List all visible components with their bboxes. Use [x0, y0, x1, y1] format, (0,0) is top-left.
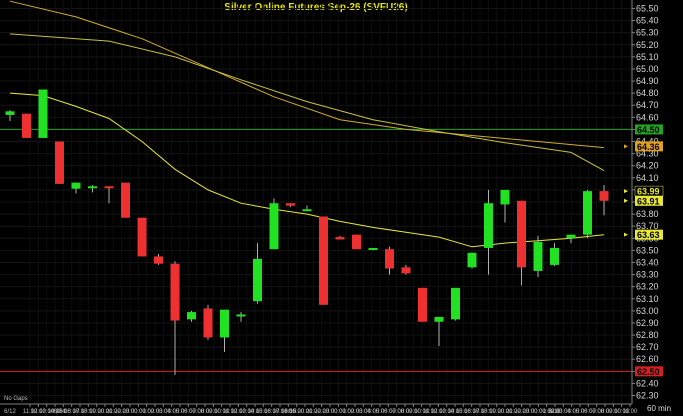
tag-label: 64.36	[637, 142, 660, 152]
y-tick-label: 64.90	[636, 76, 659, 86]
reference-price-tag: 62.50	[635, 366, 663, 377]
tag-label: 63.91	[637, 196, 660, 206]
x-date-label: 6/15	[285, 409, 297, 415]
candle	[121, 182, 130, 218]
y-tick-label: 65.20	[636, 40, 659, 50]
y-tick-label: 65.30	[636, 28, 659, 38]
y-tick-label: 62.90	[636, 318, 659, 328]
candle	[22, 113, 31, 138]
y-tick-label: 63.20	[636, 282, 659, 292]
candle-body	[55, 141, 64, 184]
y-tick-label: 62.60	[636, 354, 659, 364]
candle-body	[319, 216, 328, 305]
candle-body	[352, 234, 361, 250]
candle-body	[467, 252, 477, 268]
candle	[418, 287, 427, 322]
candle	[451, 287, 460, 321]
x-date-label: 6/12	[4, 409, 16, 415]
candle-body	[5, 111, 15, 115]
candle-body	[203, 308, 213, 338]
y-tick-label: 63.10	[636, 294, 659, 304]
reference-price-tag: 64.50	[635, 124, 663, 135]
candle	[269, 198, 279, 250]
candle-body	[154, 256, 163, 264]
y-tick-label: 63.50	[636, 245, 659, 255]
candle-body	[500, 189, 510, 205]
candle-body	[286, 203, 295, 206]
candle-body	[88, 186, 97, 189]
y-tick-label: 64.20	[636, 161, 659, 171]
candle-body	[236, 314, 246, 317]
candle	[319, 216, 328, 305]
y-tick-label: 65.50	[636, 3, 659, 13]
candle-body	[550, 247, 559, 265]
candle-body	[170, 263, 180, 321]
y-tick-label: 63.30	[636, 270, 659, 280]
candle-body	[22, 113, 31, 138]
candle-body	[121, 182, 130, 218]
candle-body	[533, 241, 543, 271]
candlestick-chart: Silver Online Futures Sep-26 (SVFU26) 65…	[0, 0, 683, 416]
candle-body	[451, 287, 460, 320]
candle	[583, 189, 592, 239]
tag-label: 63.63	[637, 230, 660, 240]
y-tick-label: 63.40	[636, 257, 659, 267]
tag-label: 63.99	[637, 187, 660, 197]
y-tick-label: 64.60	[636, 112, 659, 122]
y-tick-label: 63.80	[636, 209, 659, 219]
y-tick-label: 64.70	[636, 100, 659, 110]
candle-body	[187, 312, 196, 320]
candle	[352, 234, 361, 250]
tag-label: 62.50	[637, 367, 660, 377]
x-date-label: 6/14	[54, 409, 66, 415]
y-tick-label: 62.80	[636, 330, 659, 340]
candle	[533, 235, 543, 277]
y-tick-label: 62.30	[636, 391, 659, 401]
y-tick-label: 63.00	[636, 306, 659, 316]
candle-body	[253, 258, 262, 302]
candle-body	[566, 234, 576, 239]
candle	[38, 89, 48, 138]
no-gaps-note: No Gaps	[4, 396, 28, 402]
candle-body	[434, 316, 444, 322]
x-date-label: 6/16	[549, 409, 561, 415]
interval-label: 60 min	[647, 404, 671, 413]
candle-body	[137, 217, 147, 257]
chart-background	[0, 0, 683, 416]
y-tick-label: 64.10	[636, 173, 659, 183]
candle-body	[385, 249, 394, 269]
candle-body	[71, 182, 81, 189]
y-tick-label: 65.40	[636, 16, 659, 26]
candle-body	[368, 247, 378, 250]
candle-body	[269, 203, 279, 250]
tag-label: 64.50	[637, 125, 660, 135]
y-tick-label: 65.00	[636, 64, 659, 74]
candle	[55, 141, 64, 184]
candle-body	[583, 191, 592, 235]
y-tick-label: 62.40	[636, 378, 659, 388]
candle-body	[104, 186, 114, 189]
candle	[203, 304, 213, 340]
candle-body	[220, 309, 229, 338]
candle-body	[599, 191, 609, 201]
candle-body	[335, 237, 345, 240]
candle-body	[517, 200, 526, 268]
y-tick-label: 62.70	[636, 342, 659, 352]
candle-body	[418, 287, 427, 322]
candle-body	[302, 209, 312, 212]
candle-body	[38, 89, 48, 138]
y-tick-label: 65.10	[636, 52, 659, 62]
y-tick-label: 64.80	[636, 88, 659, 98]
candle-body	[401, 267, 411, 274]
candle	[467, 252, 477, 269]
candle-body	[484, 203, 493, 248]
x-tick-label: 11:00	[623, 409, 638, 415]
candle	[137, 217, 147, 257]
